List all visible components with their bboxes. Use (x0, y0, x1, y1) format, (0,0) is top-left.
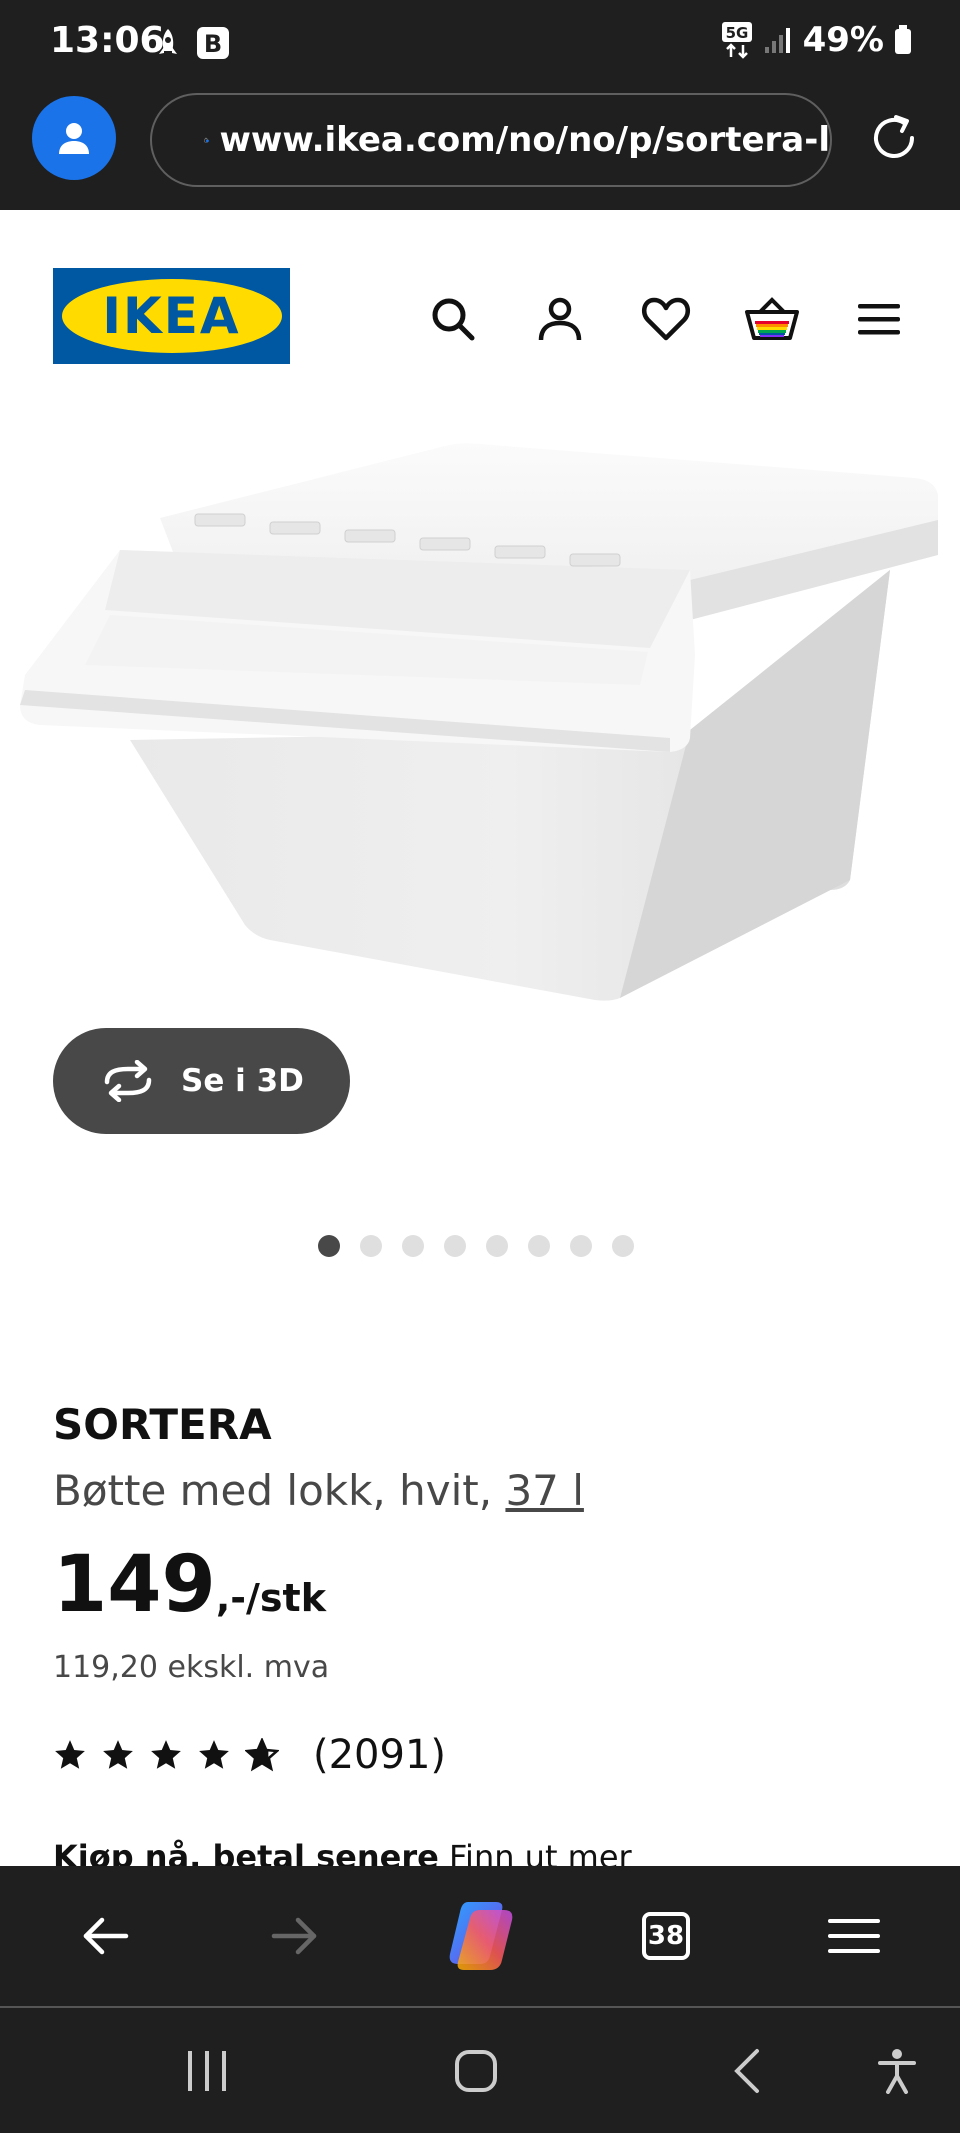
price-suffix: ,-/stk (215, 1576, 326, 1620)
carousel-dot[interactable] (360, 1235, 382, 1257)
product-description-text: Bøtte med lokk, hvit, (53, 1466, 493, 1515)
site-security-icon[interactable] (204, 115, 210, 165)
star-icon (55, 1740, 85, 1769)
recent-apps-icon (188, 2051, 226, 2091)
status-time: 13:06 (50, 20, 165, 61)
battery-icon (895, 25, 911, 54)
product-image[interactable] (0, 420, 960, 1020)
product-volume-link[interactable]: 37 l (505, 1466, 583, 1515)
product-description: Bøtte med lokk, hvit, 37 l (53, 1466, 584, 1515)
profile-button[interactable] (32, 96, 116, 180)
star-icon (199, 1740, 229, 1769)
accessibility-icon (878, 2049, 916, 2094)
half-star-icon (245, 1738, 279, 1772)
price-excl-vat: 119,20 ekskl. mva (53, 1650, 330, 1685)
back-button[interactable] (66, 1896, 146, 1976)
forward-button[interactable] (254, 1896, 334, 1976)
account-button[interactable] (531, 290, 589, 348)
carousel-dot[interactable] (318, 1235, 340, 1257)
header-nav-icons (0, 290, 960, 350)
chevron-left-icon (734, 2049, 759, 2093)
basket-icon (745, 297, 799, 340)
search-button[interactable] (424, 290, 482, 348)
star-icon (103, 1740, 133, 1769)
carousel-dot[interactable] (402, 1235, 424, 1257)
android-navigation-bar (0, 2008, 960, 2133)
rotate-3d-icon (104, 1060, 152, 1102)
arrow-right-icon (271, 1917, 317, 1955)
status-system-icons: 5G 49% (721, 20, 912, 60)
home-button[interactable] (441, 2036, 511, 2106)
user-avatar-icon (59, 123, 89, 154)
reload-icon (874, 115, 914, 158)
hamburger-icon (828, 1919, 880, 1953)
svg-text:B: B (204, 30, 222, 58)
basket-button[interactable] (743, 290, 801, 348)
rating-count: (2091) (313, 1732, 447, 1778)
star-icon (151, 1740, 181, 1769)
favorites-button[interactable] (637, 290, 695, 348)
account-icon (538, 297, 582, 341)
signal-icon (764, 28, 790, 53)
battery-percent: 49% (802, 20, 884, 60)
svg-text:5G: 5G (725, 24, 748, 42)
carousel-dot[interactable] (612, 1235, 634, 1257)
rating-stars (53, 1738, 279, 1772)
copilot-icon (449, 1902, 513, 1970)
arrow-left-icon (83, 1917, 129, 1955)
url-field[interactable]: www.ikea.com/no/no/p/sortera-l (150, 93, 832, 187)
see-in-3d-label: Se i 3D (181, 1063, 304, 1099)
carousel-dot[interactable] (570, 1235, 592, 1257)
heart-icon (641, 297, 691, 341)
b-notification-icon: B (197, 27, 229, 59)
browser-address-bar: www.ikea.com/no/no/p/sortera-l (0, 88, 960, 210)
accessibility-button[interactable] (862, 2036, 932, 2106)
network-5g-icon: 5G (721, 22, 752, 59)
browser-menu-button[interactable] (814, 1896, 894, 1976)
status-bar: 13:06 B 5G 49% (0, 0, 960, 88)
recent-apps-button[interactable] (172, 2036, 242, 2106)
rocket-notification-icon (159, 29, 177, 54)
tabs-button[interactable]: 38 (626, 1896, 706, 1976)
carousel-dot[interactable] (444, 1235, 466, 1257)
browser-bottom-toolbar: 38 (0, 1866, 960, 2006)
copilot-button[interactable] (440, 1896, 520, 1976)
home-icon (455, 2050, 497, 2092)
menu-icon (858, 304, 900, 335)
product-name: SORTERA (53, 1400, 272, 1449)
price-integer: 149 (53, 1540, 216, 1630)
site-header: IKEA (0, 210, 960, 380)
carousel-dot[interactable] (486, 1235, 508, 1257)
menu-button[interactable] (850, 290, 908, 348)
see-in-3d-button[interactable]: Se i 3D (53, 1028, 350, 1134)
url-text[interactable]: www.ikea.com/no/no/p/sortera-l (220, 120, 830, 160)
status-notification-icons: B (154, 26, 230, 60)
image-carousel-dots (318, 1235, 634, 1257)
system-back-button[interactable] (712, 2036, 782, 2106)
tab-count: 38 (642, 1912, 690, 1960)
reload-button[interactable] (864, 108, 924, 168)
product-rating[interactable]: (2091) (53, 1732, 446, 1778)
search-icon (432, 298, 475, 341)
product-bin-illustration (20, 443, 938, 1001)
product-price: 149,-/stk (53, 1540, 326, 1630)
carousel-dot[interactable] (528, 1235, 550, 1257)
